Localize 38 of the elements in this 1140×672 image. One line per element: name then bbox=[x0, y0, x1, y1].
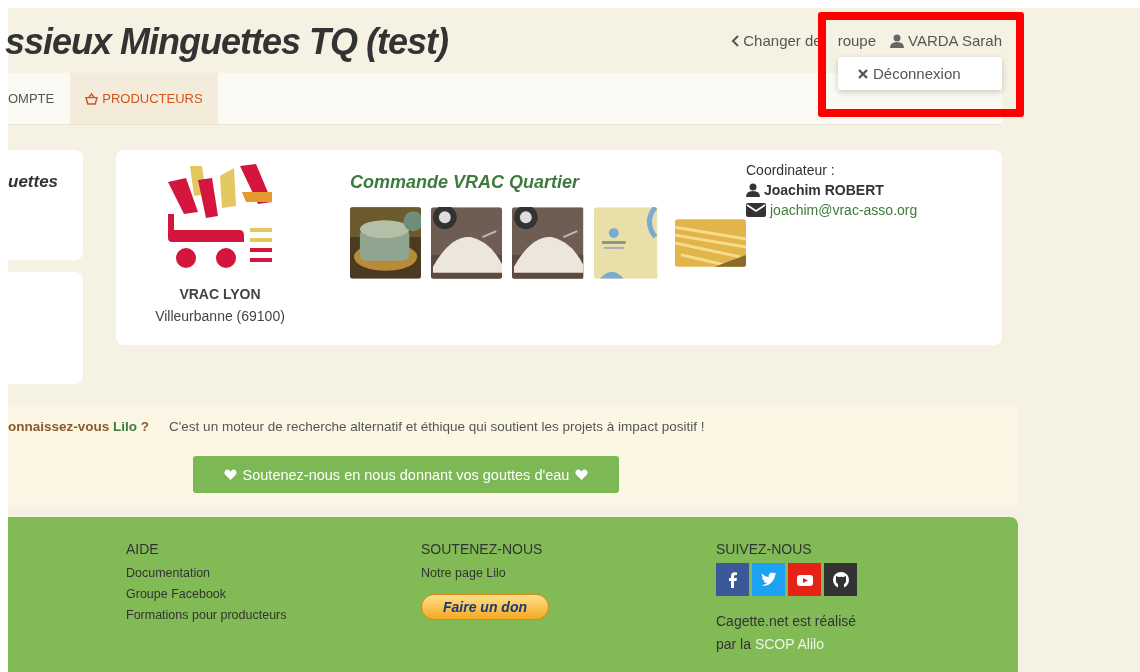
footer-link[interactable]: Notre page Lilo bbox=[421, 563, 716, 584]
footer-link[interactable]: Groupe Facebook bbox=[126, 584, 421, 605]
coordinator-name: Joachim ROBERT bbox=[764, 182, 884, 198]
footer-heading: AIDE bbox=[126, 541, 160, 557]
heart-icon bbox=[223, 469, 237, 480]
change-group-text: roupe bbox=[837, 32, 877, 49]
lilo-description: C'est un moteur de recherche alternatif et éthique qui soutient les projets à impact positif ! bbox=[169, 419, 705, 434]
email-link[interactable]: joachim@vrac-asso.org bbox=[770, 202, 918, 218]
basket-icon bbox=[85, 92, 99, 105]
coordinator-label: Coordinateur : bbox=[746, 162, 836, 178]
group-name: uettes bbox=[8, 172, 59, 191]
youtube-icon[interactable] bbox=[788, 563, 821, 596]
logout-menu-item[interactable]: Déconnexion bbox=[838, 65, 1002, 82]
user-icon bbox=[890, 33, 905, 48]
lilo-question: onnaissez-vous Lilo ? bbox=[8, 419, 150, 434]
credit-text: par la SCOP Alilo bbox=[716, 635, 825, 654]
producer-name: VRAC LYON bbox=[179, 286, 261, 302]
heart-icon bbox=[575, 469, 589, 480]
page-title: ssieux Minguettes TQ (test) bbox=[5, 21, 449, 63]
nav-tab[interactable]: PRODUCTEURS bbox=[70, 73, 218, 124]
twitter-icon[interactable] bbox=[752, 563, 785, 596]
close-icon bbox=[858, 68, 868, 79]
footer-link[interactable]: Documentation bbox=[126, 563, 421, 584]
lilo-link[interactable]: Lilo bbox=[113, 419, 138, 434]
github-icon[interactable] bbox=[824, 563, 857, 596]
envelope-icon bbox=[746, 203, 766, 217]
producer-city: Villeurbanne (69100) bbox=[155, 308, 285, 324]
user-menu[interactable]: VARDA Sarah bbox=[890, 32, 1002, 49]
user-icon bbox=[746, 183, 760, 197]
donate-button[interactable]: Faire un don bbox=[421, 594, 549, 620]
facebook-icon[interactable] bbox=[716, 563, 749, 596]
chevron-left-icon bbox=[731, 34, 740, 47]
catalog-title-link[interactable]: Commande VRAC Quartier bbox=[350, 172, 580, 192]
credit-text: Cagette.net est réalisé bbox=[716, 612, 858, 631]
nav-tab[interactable]: OMPTE bbox=[8, 73, 71, 124]
footer-heading: SOUTENEZ-NOUS bbox=[421, 541, 544, 557]
footer-link[interactable]: Formations pour producteurs bbox=[126, 605, 421, 626]
footer-heading: SUIVEZ-NOUS bbox=[716, 541, 813, 557]
